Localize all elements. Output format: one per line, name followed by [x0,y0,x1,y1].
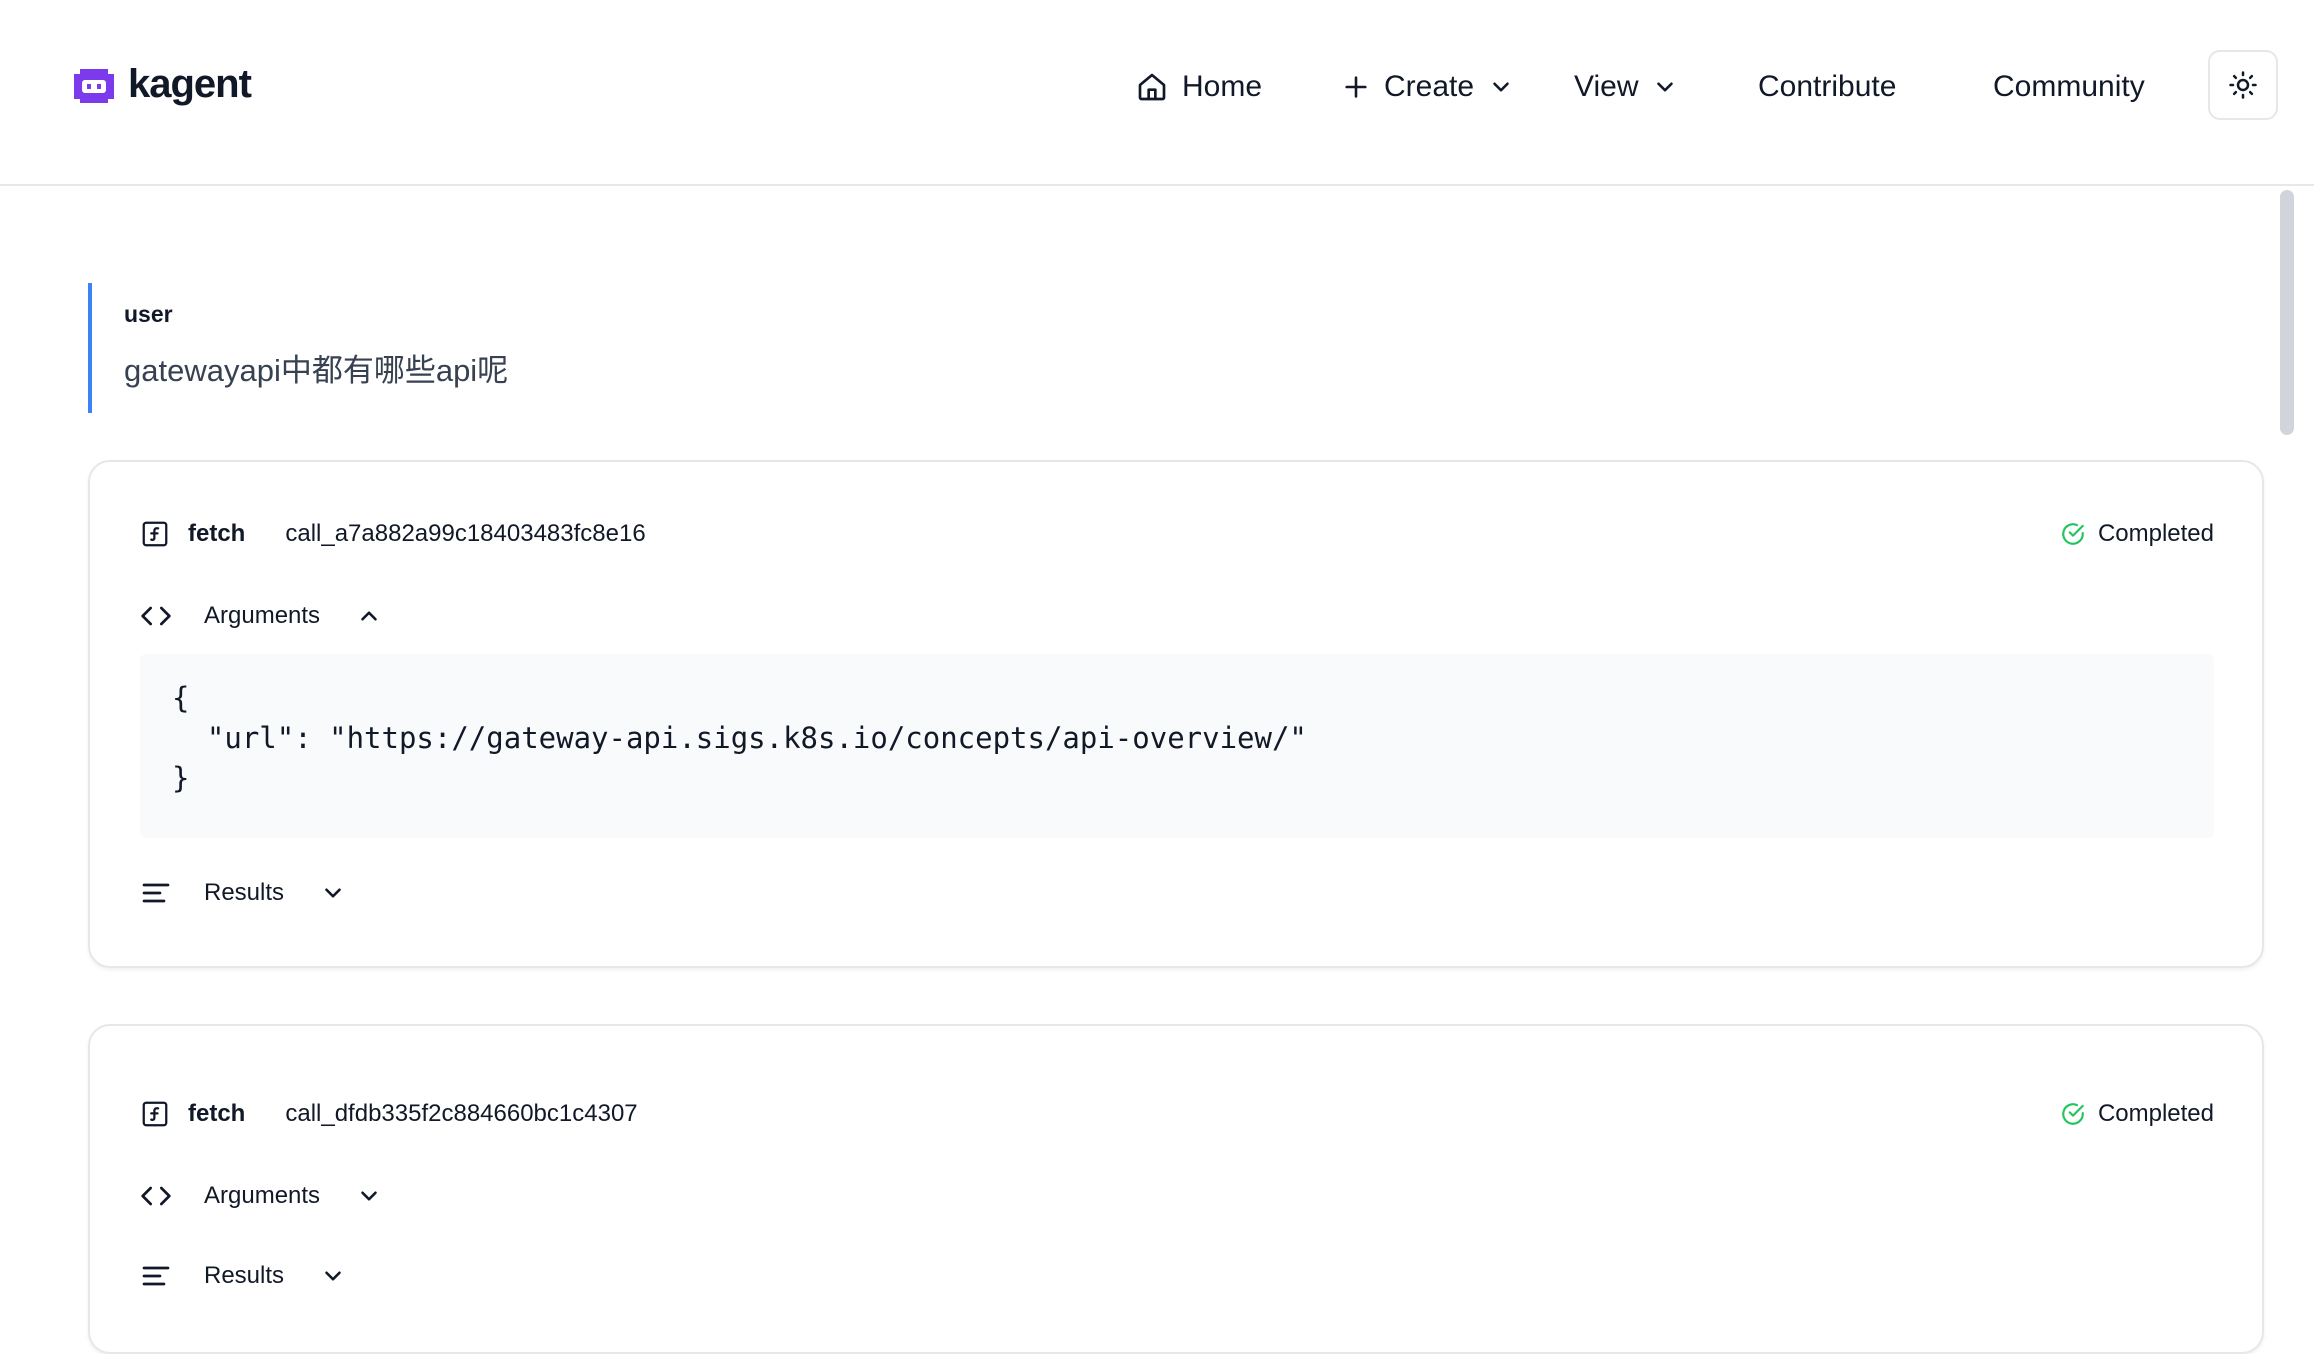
top-navbar: kagent Home Create View Contribute Commu… [0,0,2314,186]
nav-view-label: View [1574,70,1639,103]
brand-name: kagent [128,62,252,106]
nav-view-dropdown[interactable]: View [1574,60,1678,114]
check-circle-icon [2062,1103,2084,1125]
arguments-code: { "url": "https://gateway-api.sigs.k8s.i… [140,654,2214,838]
sun-icon [2229,71,2257,99]
chevron-down-icon [325,888,341,898]
list-icon [142,1266,170,1286]
call-id: call_dfdb335f2c884660bc1c4307 [285,1100,638,1127]
scrollbar-thumb[interactable] [2280,190,2294,435]
arguments-toggle[interactable]: Arguments [140,1172,382,1220]
arguments-toggle[interactable]: Arguments [140,592,382,640]
status-text: Completed [2097,520,2214,547]
results-label: Results [204,1262,285,1289]
chevron-down-icon [1493,82,1509,92]
home-icon [1138,73,1166,101]
message-text: gatewayapi中都有哪些api呢 [124,353,509,388]
status-badge: Completed [2060,510,2214,558]
nav-home[interactable]: Home [1136,60,1262,114]
user-message: user gatewayapi中都有哪些api呢 [88,283,788,413]
results-toggle[interactable]: Results [140,869,346,917]
code-icon [141,606,171,626]
kagent-logo-icon [74,68,114,103]
message-role: user [124,301,173,327]
nav-community[interactable]: Community [1993,60,2145,114]
nav-contribute[interactable]: Contribute [1758,60,1896,114]
function-icon [142,521,168,547]
tool-name: fetch [188,1100,246,1127]
arguments-label: Arguments [204,602,321,629]
tool-call-card: fetch call_a7a882a99c18403483fc8e16 Comp… [88,460,2264,968]
check-circle-icon [2062,523,2084,545]
chevron-up-icon [361,611,377,621]
chevron-down-icon [361,1191,377,1201]
theme-toggle-button[interactable] [2208,50,2278,120]
status-badge: Completed [2060,1090,2214,1138]
results-toggle[interactable]: Results [140,1252,346,1300]
nav-create-dropdown[interactable]: Create [1342,60,1514,114]
arguments-label: Arguments [204,1182,321,1209]
chevron-down-icon [325,1271,341,1281]
list-icon [142,883,170,903]
nav-create-label: Create [1384,70,1475,103]
tool-call-card: fetch call_dfdb335f2c884660bc1c4307 Comp… [88,1024,2264,1354]
nav-home-label: Home [1182,70,1263,103]
results-label: Results [204,879,285,906]
tool-call-header: fetch call_dfdb335f2c884660bc1c4307 [140,1090,638,1138]
brand-logo[interactable]: kagent [70,62,252,107]
tool-name: fetch [188,520,246,547]
nav-contribute-label: Contribute [1758,70,1897,103]
chevron-down-icon [1657,82,1674,92]
plus-icon [1345,76,1367,98]
nav-community-label: Community [1993,70,2145,103]
status-text: Completed [2097,1100,2214,1127]
function-icon [142,1101,168,1127]
code-icon [141,1186,171,1206]
call-id: call_a7a882a99c18403483fc8e16 [285,520,646,547]
tool-call-header: fetch call_a7a882a99c18403483fc8e16 [140,510,646,558]
